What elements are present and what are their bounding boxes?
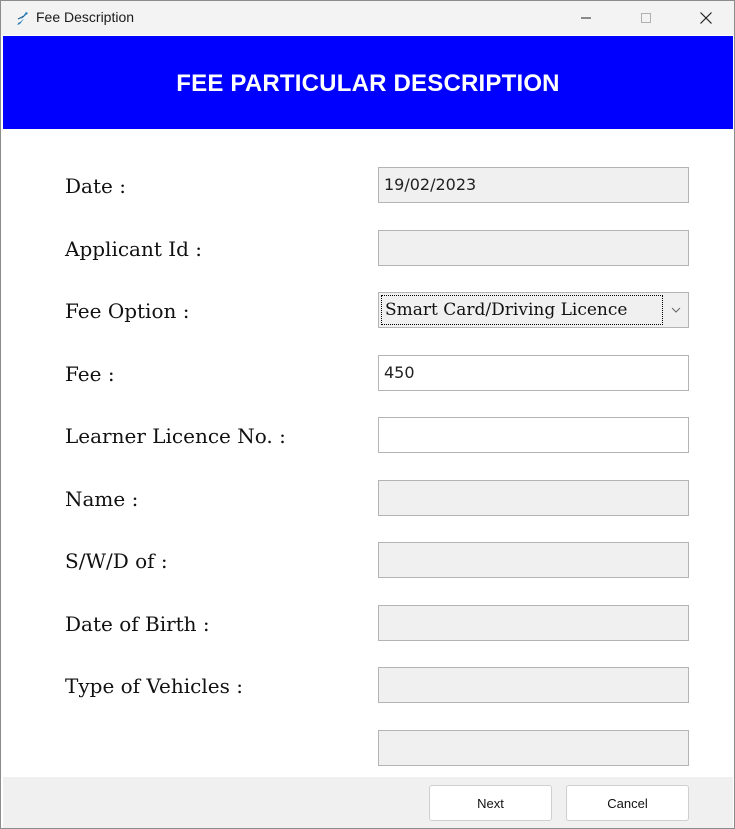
applicant-id-label: Applicant Id : — [65, 237, 203, 261]
swd-of-label: S/W/D of : — [65, 549, 168, 573]
name-label: Name : — [65, 487, 139, 511]
date-of-birth-label: Date of Birth : — [65, 612, 210, 636]
date-label: Date : — [65, 174, 126, 198]
fee-option-selected-value: Smart Card/Driving Licence — [381, 295, 663, 325]
applicant-id-field[interactable] — [378, 230, 689, 266]
app-feather-icon — [17, 12, 28, 25]
learner-licence-field[interactable] — [378, 417, 689, 453]
close-icon — [700, 12, 712, 24]
fee-field[interactable]: 450 — [378, 355, 689, 391]
minimize-button[interactable] — [557, 1, 615, 35]
name-field[interactable] — [378, 480, 689, 516]
chevron-down-icon — [671, 307, 681, 313]
close-button[interactable] — [677, 1, 734, 35]
date-field[interactable]: 19/02/2023 — [378, 167, 689, 203]
fee-option-dropdown[interactable]: Smart Card/Driving Licence — [378, 292, 689, 328]
title-bar[interactable]: Fee Description — [1, 1, 734, 35]
learner-licence-label: Learner Licence No. : — [65, 424, 286, 448]
fee-description-window: Fee Description FEE PARTICULAR DESCRIPTI… — [0, 0, 735, 829]
page-title: FEE PARTICULAR DESCRIPTION — [176, 69, 560, 97]
window-title: Fee Description — [36, 9, 135, 25]
next-button[interactable]: Next — [429, 785, 552, 821]
cancel-button[interactable]: Cancel — [566, 785, 689, 821]
minimize-icon — [581, 17, 591, 19]
swd-of-field[interactable] — [378, 542, 689, 578]
page-header: FEE PARTICULAR DESCRIPTION — [3, 36, 733, 129]
footer-bar: Next Cancel — [3, 777, 733, 828]
maximize-icon — [641, 13, 651, 23]
fee-label: Fee : — [65, 362, 115, 386]
maximize-button[interactable] — [617, 1, 675, 35]
type-of-vehicles-label: Type of Vehicles : — [65, 674, 243, 698]
fee-option-label: Fee Option : — [65, 299, 190, 323]
type-of-vehicles-field[interactable] — [378, 667, 689, 703]
date-of-birth-field[interactable] — [378, 605, 689, 641]
extra-field[interactable] — [378, 730, 689, 766]
